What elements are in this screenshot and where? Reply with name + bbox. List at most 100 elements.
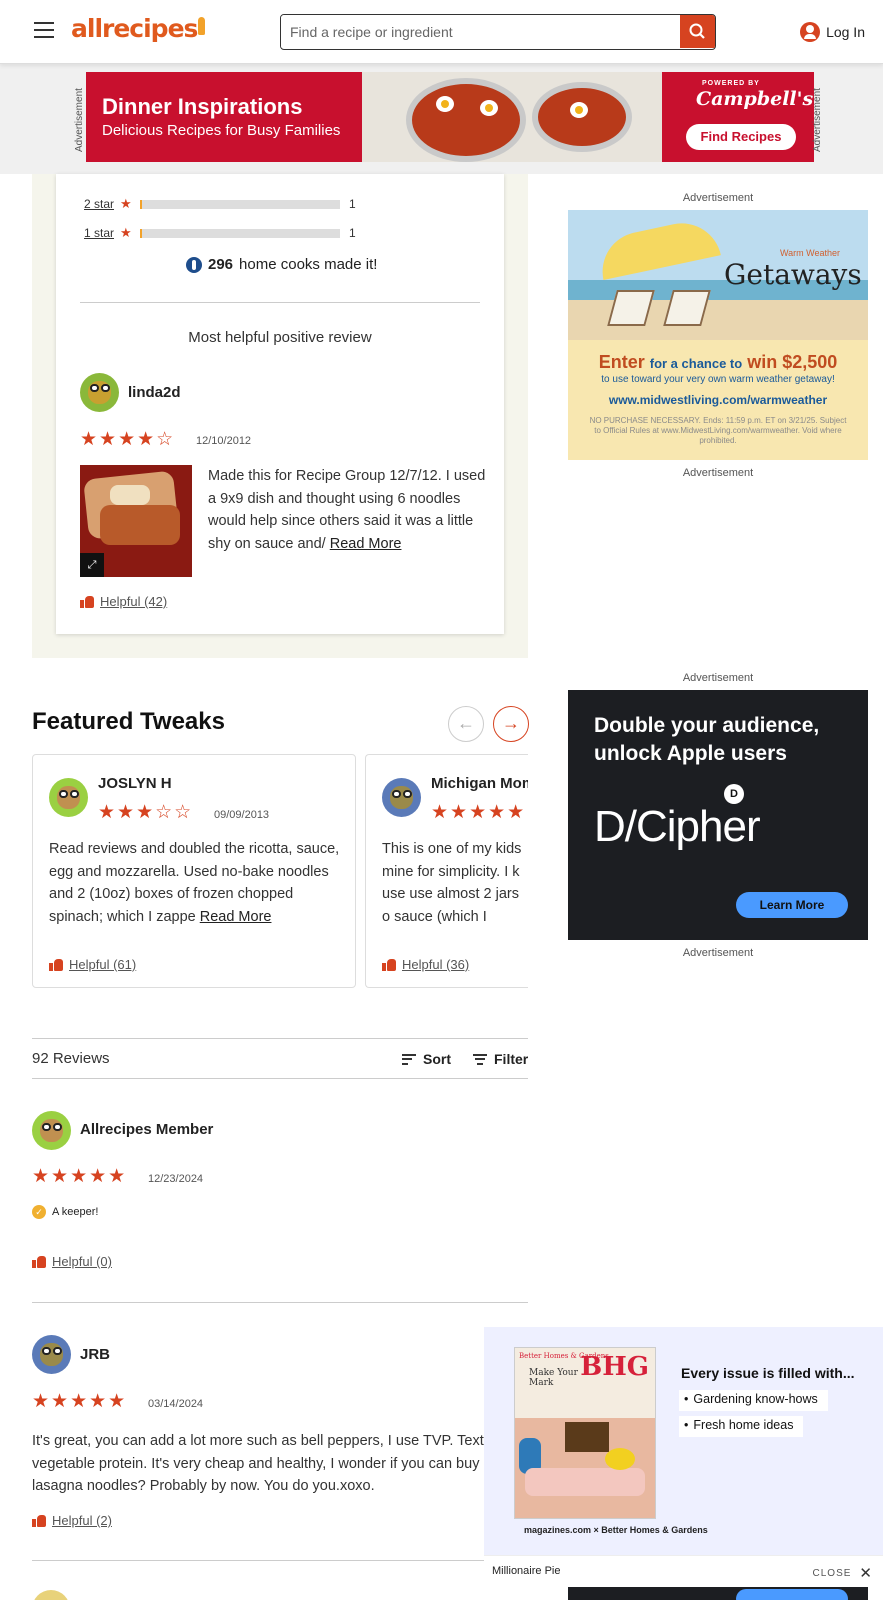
read-more-link[interactable]: Read More [330,536,402,552]
ad1-warm: Warm Weather [780,248,841,258]
avatar[interactable] [32,1590,70,1600]
prev-arrow-button[interactable]: ← [448,706,484,742]
login-label: Log In [826,24,865,40]
ad-powered-by: POWERED BY [702,80,760,87]
search-input[interactable] [281,15,681,48]
popup-logos: magazines.com × Better Homes & Gardens [524,1525,708,1535]
campbells-ad[interactable]: Dinner Inspirations Delicious Recipes fo… [86,72,814,162]
most-helpful-label: Most helpful positive review [188,329,372,346]
review-text: It's great, you can add a lot more such … [32,1433,528,1494]
avatar[interactable] [49,778,88,817]
thumbs-up-icon [80,595,94,608]
star-icon: ★ [120,196,132,211]
tweak-stars: ★★★☆☆ [98,802,194,823]
read-more-link[interactable]: Read More [200,909,272,925]
reviews-toolbar: 92 Reviews Sort Filter [32,1038,528,1079]
rating-bar-fill [140,199,142,209]
midwest-living-ad[interactable]: Warm Weather Getaways Enter for a chance… [568,210,868,460]
magazine-popup[interactable]: Better Homes & Gardens Make Your Mark BH… [484,1327,883,1555]
ad2-headline: Double your audience, unlock Apple users [594,714,820,765]
menu-icon[interactable] [34,22,54,38]
ad1-url[interactable]: www.midwestliving.com/warmweather [568,393,868,407]
divider [32,1560,528,1561]
star-icon: ★ [120,225,132,240]
tweak-body: This is one of my kids mine for simplici… [382,841,522,925]
avatar[interactable] [80,373,119,412]
spoon-logo-icon [198,17,206,35]
review-stars: ★★★★★ [32,1391,128,1412]
made-it-icon [186,256,202,273]
helpful-button[interactable]: Helpful (2) [32,1513,112,1528]
popup-bullet: Fresh home ideas [679,1416,804,1437]
review-username[interactable]: JRB [80,1346,110,1363]
review-count: 92 Reviews [32,1050,110,1067]
helpful-label: Helpful (36) [402,957,470,972]
helpful-label: Helpful (42) [100,594,168,609]
filter-button[interactable]: Filter [473,1051,528,1067]
login-button[interactable]: Log In [800,22,865,42]
site-logo[interactable]: allrecipes [71,14,206,43]
thumbs-up-icon [49,958,63,971]
site-header: allrecipes Log In [0,0,883,64]
thumbs-up-icon [382,958,396,971]
tweak-username[interactable]: JOSLYN H [98,775,172,792]
ad-label: Advertisement [682,467,754,479]
made-it-number: 296 [208,256,234,273]
helpful-button[interactable]: Helpful (0) [32,1254,112,1269]
search-icon [689,23,705,39]
rating-bar [140,199,340,209]
review-text: Made this for Recipe Group 12/7/12. I us… [208,465,488,555]
dcipher-ad[interactable]: Double your audience, unlock Apple users… [568,690,868,940]
rating-bar [140,228,340,238]
helpful-label: Helpful (61) [69,957,137,972]
thumbs-up-icon [32,1514,46,1527]
magazine-cover: Better Homes & Gardens Make Your Mark BH… [514,1347,656,1519]
expand-icon[interactable]: ⤢ [80,553,104,577]
thumbs-up-icon [32,1255,46,1268]
featured-tweaks-title: Featured Tweaks [32,708,225,735]
filter-label: Filter [494,1051,529,1067]
ad-side-label-right: Advertisement [812,88,823,152]
sort-label: Sort [423,1051,451,1067]
next-arrow-button[interactable]: → [493,706,529,742]
cover-logo: BHG [580,1352,649,1382]
learn-more-button[interactable]: Learn More [736,892,848,918]
helpful-label: Helpful (2) [52,1513,112,1528]
ad2-logo: D/Cipher [594,802,761,851]
tweak-stars: ★★★★★ [431,802,527,823]
helpful-button[interactable]: Helpful (42) [80,594,167,609]
review-username[interactable]: linda2d [128,384,181,401]
ad1-enter: Enter for a chance to win $2,500 [598,352,838,372]
popup-headline: Every issue is filled with... [681,1365,855,1381]
find-recipes-button[interactable]: Find Recipes [686,124,796,150]
recipe-name: Millionaire Pie [492,1565,561,1577]
avatar[interactable] [32,1111,71,1150]
rating-row-2star[interactable]: 2 star ★ 1 [84,196,356,212]
avatar[interactable] [32,1335,71,1374]
search-button[interactable] [680,15,715,48]
ad-food-photo [362,72,662,162]
ad1-fine-print: NO PURCHASE NECESSARY. Ends: 11:59 p.m. … [589,416,847,445]
review-photo[interactable]: ⤢ [80,465,192,577]
review-username[interactable]: Allrecipes Member [80,1121,213,1138]
avatar[interactable] [382,778,421,817]
tweak-text: Read reviews and doubled the ricotta, sa… [49,838,349,928]
tweak-username[interactable]: Michigan Mom [431,775,528,792]
dcipher-badge-icon: D [724,784,744,804]
sort-icon [402,1053,416,1065]
rating-row-1star[interactable]: 1 star ★ 1 [84,225,356,241]
search-bar [280,14,716,50]
user-icon [800,22,821,42]
close-button[interactable]: CLOSE ✕ [813,1564,873,1582]
helpful-button[interactable]: Helpful (61) [49,957,136,972]
rating-bar-fill [140,228,142,238]
helpful-label: Helpful (0) [52,1254,112,1269]
dcipher-ad-partial[interactable] [568,1587,868,1600]
sort-button[interactable]: Sort [402,1051,451,1067]
rating-label: 1 star [84,226,115,240]
review-stars: ★★★★☆ [80,429,176,450]
made-it-text: home cooks made it! [239,256,378,273]
ad-brand: Campbell's [696,88,814,110]
ad-label: Advertisement [682,192,754,204]
helpful-button[interactable]: Helpful (36) [382,957,469,972]
